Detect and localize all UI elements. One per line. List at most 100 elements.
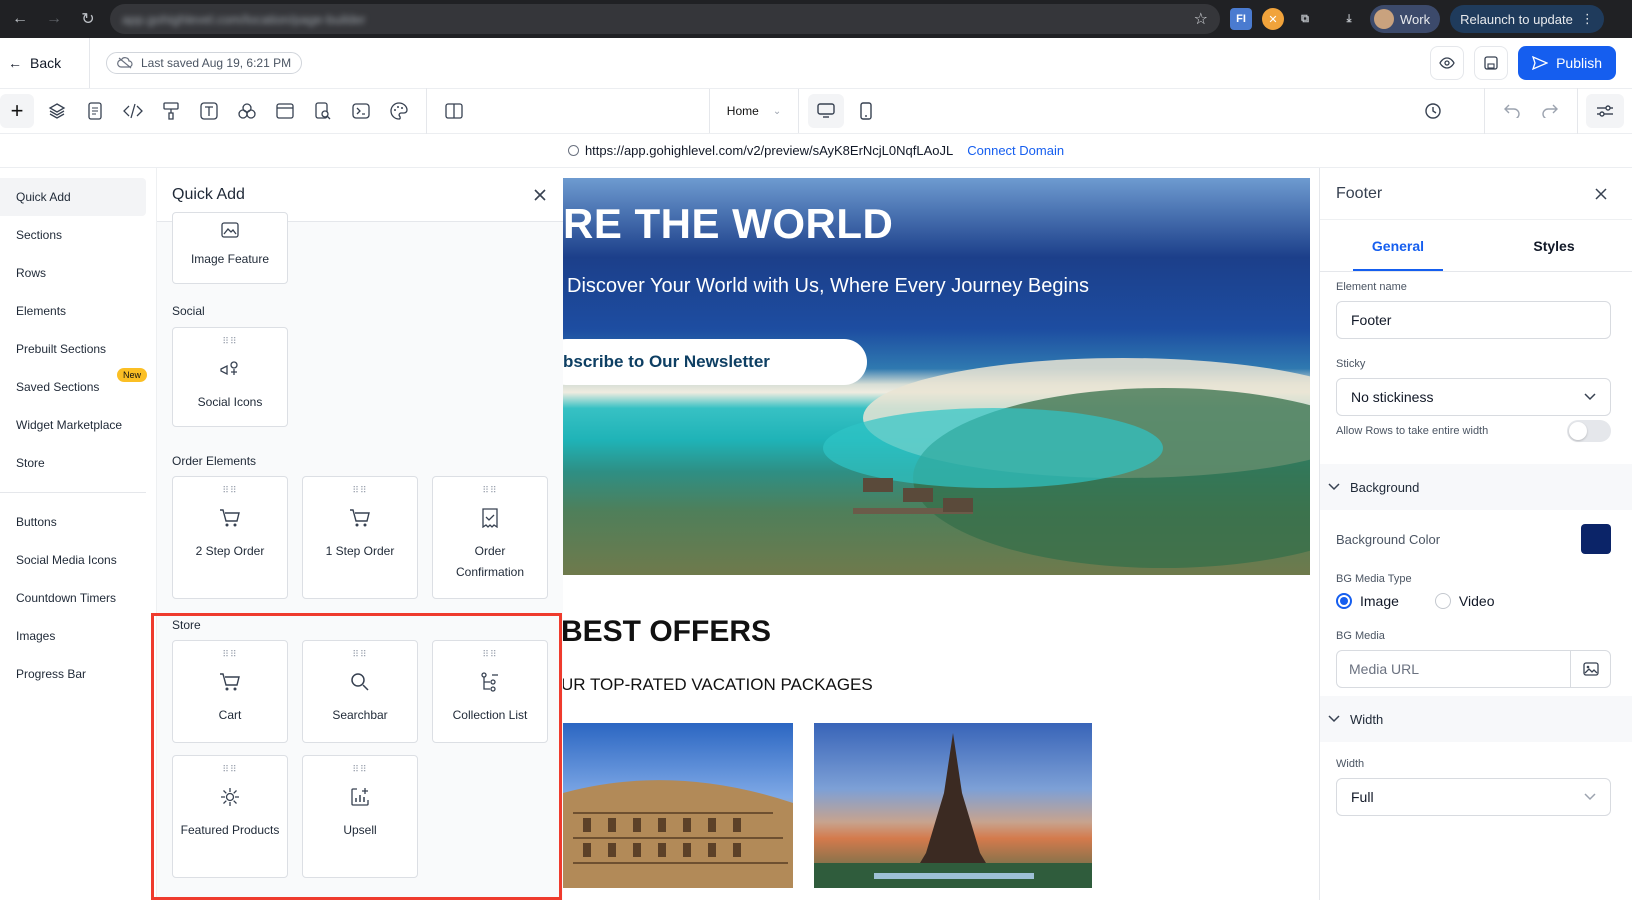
- cart-icon: [219, 507, 241, 529]
- bg-color-swatch[interactable]: [1581, 524, 1611, 554]
- allow-rows-toggle[interactable]: [1567, 420, 1611, 442]
- relaunch-button[interactable]: Relaunch to update ⋮: [1450, 5, 1604, 33]
- back-button[interactable]: ← Back: [0, 38, 90, 88]
- one-step-order-card[interactable]: ⠿⠿ 1 Step Order: [302, 476, 418, 599]
- width-select[interactable]: Full: [1336, 778, 1611, 816]
- bg-media-label: BG Media: [1336, 630, 1385, 642]
- nav-item-buttons[interactable]: Buttons: [0, 503, 156, 541]
- newsletter-button[interactable]: bscribe to Our Newsletter: [563, 339, 867, 385]
- nav-item-elements[interactable]: Elements: [0, 292, 156, 330]
- publish-button[interactable]: Publish: [1518, 46, 1616, 80]
- bookmark-star-icon[interactable]: ☆: [1194, 9, 1208, 29]
- tree-list-icon: [480, 671, 500, 693]
- nav-item-rows[interactable]: Rows: [0, 254, 156, 292]
- cart-icon: [349, 507, 371, 529]
- collection-list-card[interactable]: ⠿⠿ Collection List: [432, 640, 548, 743]
- download-icon[interactable]: ⤓: [1338, 8, 1360, 30]
- order-confirmation-card[interactable]: ⠿⠿ Order Confirmation: [432, 476, 548, 599]
- background-accordion[interactable]: Background: [1320, 464, 1632, 510]
- extension-icon[interactable]: ✕: [1262, 8, 1284, 30]
- two-step-order-card[interactable]: ⠿⠿ 2 Step Order: [172, 476, 288, 599]
- upsell-card[interactable]: ⠿⠿ Upsell: [302, 755, 418, 878]
- reload-icon[interactable]: ↻: [76, 7, 100, 31]
- nav-item-images[interactable]: Images: [0, 617, 156, 655]
- drag-handle-icon: ⠿⠿: [482, 485, 498, 495]
- radio-selected-icon: [1336, 593, 1352, 609]
- split-view-icon[interactable]: [435, 94, 473, 128]
- nav-item-saved-sections[interactable]: Saved Sections New: [0, 368, 156, 406]
- extension-icon[interactable]: FI: [1230, 8, 1252, 30]
- drag-handle-icon: ⠿⠿: [352, 649, 368, 659]
- social-icons-card[interactable]: ⠿⠿ Social Icons: [172, 327, 288, 427]
- forward-arrow-icon[interactable]: →: [42, 7, 66, 31]
- add-element-button[interactable]: +: [0, 94, 34, 128]
- history-icon[interactable]: [1414, 94, 1452, 128]
- phone-icon: [860, 102, 872, 120]
- width-accordion[interactable]: Width: [1320, 696, 1632, 742]
- featured-products-card[interactable]: ⠿⠿ Featured Products: [172, 755, 288, 878]
- element-name-field[interactable]: Footer: [1336, 301, 1611, 339]
- nav-item-social-media-icons[interactable]: Social Media Icons: [0, 541, 156, 579]
- paint-roller-icon[interactable]: [152, 94, 190, 128]
- settings-sliders-icon[interactable]: [1586, 94, 1624, 128]
- toolbar-divider: [1577, 88, 1578, 134]
- preview-eye-button[interactable]: [1430, 46, 1465, 80]
- layers-icon[interactable]: [38, 94, 76, 128]
- page-select[interactable]: Home ⌄: [709, 89, 799, 133]
- arrow-left-icon: ←: [8, 55, 22, 71]
- hero-subtitle: Discover Your World with Us, Where Every…: [567, 275, 1090, 297]
- eiffel-tower-image[interactable]: [814, 723, 1092, 888]
- code-icon[interactable]: [114, 94, 152, 128]
- sticky-label: Sticky: [1336, 358, 1366, 370]
- cart-card[interactable]: ⠿⠿ Cart: [172, 640, 288, 743]
- element-category-nav: Quick Add Sections Rows Elements Prebuil…: [0, 168, 156, 900]
- form-search-icon[interactable]: [304, 94, 342, 128]
- media-type-video-radio[interactable]: Video: [1434, 593, 1494, 609]
- preview-url[interactable]: https://app.gohighlevel.com/v2/preview/s…: [585, 143, 953, 158]
- undo-icon[interactable]: [1493, 94, 1531, 128]
- connect-domain-link[interactable]: Connect Domain: [967, 143, 1064, 158]
- send-icon: [1532, 56, 1549, 70]
- nav-item-quick-add[interactable]: Quick Add: [0, 178, 146, 216]
- redo-icon[interactable]: [1531, 94, 1569, 128]
- save-button[interactable]: [1474, 46, 1509, 80]
- profile-button[interactable]: Work: [1370, 5, 1441, 33]
- tab-general[interactable]: General: [1320, 220, 1476, 271]
- offers-title: BEST OFFERS: [563, 615, 772, 648]
- terminal-icon[interactable]: [342, 94, 380, 128]
- puzzle-extensions-icon[interactable]: ⧉: [1294, 8, 1316, 30]
- shapes-icon[interactable]: [228, 94, 266, 128]
- nav-item-prebuilt-sections[interactable]: Prebuilt Sections: [0, 330, 156, 368]
- sticky-select[interactable]: No stickiness: [1336, 378, 1611, 416]
- close-icon[interactable]: [533, 188, 547, 202]
- nav-item-store[interactable]: Store: [0, 444, 156, 482]
- colosseum-image[interactable]: [563, 723, 793, 888]
- image-feature-card[interactable]: Image Feature: [172, 212, 288, 284]
- media-picker-button[interactable]: [1570, 651, 1610, 687]
- card-label: Cart: [218, 708, 242, 722]
- media-type-image-radio[interactable]: Image: [1336, 593, 1399, 609]
- bg-color-label: Background Color: [1336, 531, 1441, 547]
- layout-icon[interactable]: [266, 94, 304, 128]
- hero-section[interactable]: RE THE WORLD Discover Your World with Us…: [563, 178, 1310, 575]
- close-icon[interactable]: [1594, 187, 1608, 201]
- searchbar-card[interactable]: ⠿⠿ Searchbar: [302, 640, 418, 743]
- nav-item-countdown-timers[interactable]: Countdown Timers: [0, 579, 156, 617]
- bg-media-type-label: BG Media Type: [1336, 573, 1412, 585]
- background-title: Background: [1350, 479, 1420, 495]
- tab-styles[interactable]: Styles: [1476, 220, 1632, 271]
- chevron-down-icon: ⌄: [772, 105, 782, 117]
- palette-icon[interactable]: [380, 94, 418, 128]
- media-url-input[interactable]: Media URL: [1337, 651, 1570, 687]
- page-settings-icon[interactable]: [76, 94, 114, 128]
- nav-item-sections[interactable]: Sections: [0, 216, 156, 254]
- back-arrow-icon[interactable]: ←: [8, 7, 32, 31]
- card-label: Searchbar: [332, 708, 388, 722]
- page-canvas[interactable]: RE THE WORLD Discover Your World with Us…: [563, 168, 1319, 900]
- nav-item-progress-bar[interactable]: Progress Bar: [0, 655, 156, 693]
- mobile-view-button[interactable]: [848, 94, 884, 128]
- address-bar[interactable]: app.gohighlevel.com/location/page-builde…: [110, 4, 1220, 34]
- desktop-view-button[interactable]: [808, 94, 844, 128]
- text-type-icon[interactable]: [190, 94, 228, 128]
- nav-item-widget-marketplace[interactable]: Widget Marketplace: [0, 406, 156, 444]
